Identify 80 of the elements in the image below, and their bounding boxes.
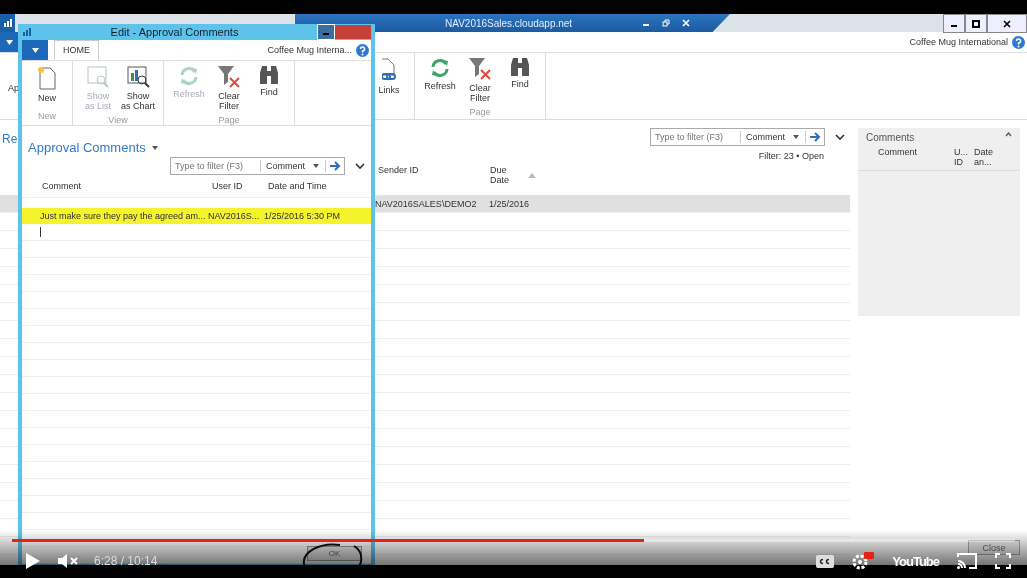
muted-speaker-icon[interactable]: [58, 553, 80, 569]
ribbon-button[interactable]: Clear Filter: [461, 53, 499, 107]
column-header[interactable]: Sender ID: [378, 165, 490, 175]
filter-field[interactable]: Type to filter (F3) Comment: [650, 128, 825, 146]
table-cell-text: Just make sure they pay the agreed am...: [40, 211, 207, 221]
close-icon[interactable]: [682, 19, 690, 27]
caret-icon: [31, 47, 39, 53]
close-icon: [1003, 19, 1011, 28]
new-document-icon: [36, 65, 58, 91]
caret-icon[interactable]: [151, 145, 158, 150]
binoculars-icon: [258, 65, 280, 85]
maximize-icon: [972, 19, 980, 28]
table-cell-text: NAV2016SALES\DEMO2: [375, 198, 478, 209]
ribbon-group-label: Page: [469, 107, 491, 117]
ribbon-tab[interactable]: HOME: [54, 40, 99, 60]
filter-column-dropdown[interactable]: Comment: [744, 132, 802, 142]
play-icon[interactable]: [26, 553, 40, 569]
table-cell-text: 1/25/2016 5:30 PM: [264, 211, 342, 221]
arrow-right-icon[interactable]: [809, 132, 821, 142]
column-header[interactable]: User ID: [212, 181, 268, 191]
ribbon-button[interactable]: New: [28, 61, 66, 111]
company-name: Coffee Mug Interna...: [267, 45, 352, 55]
menu-dropdown-button[interactable]: [22, 40, 48, 60]
ribbon-button[interactable]: Find: [501, 53, 539, 107]
maximize-button[interactable]: [965, 14, 987, 33]
column-header[interactable]: Date an...: [974, 147, 998, 167]
column-header[interactable]: U... ID: [954, 147, 968, 167]
ribbon-button[interactable]: Links: [370, 53, 408, 105]
app-icon: [22, 27, 32, 37]
minimize-button[interactable]: [943, 14, 965, 33]
factbox-title: Comments: [866, 132, 915, 143]
collapse-icon[interactable]: [1005, 132, 1012, 137]
dialog-title: Edit - Approval Comments: [109, 26, 240, 38]
chevron-down-icon[interactable]: [355, 162, 365, 170]
list-view-icon: [86, 65, 110, 89]
chart-view-icon: [126, 65, 150, 89]
youtube-logo[interactable]: YouTube: [892, 553, 939, 569]
company-name: Coffee Mug International: [909, 37, 1008, 47]
ribbon-group-label: View: [108, 115, 128, 125]
filter-status: Filter: 23 • Open: [758, 151, 824, 163]
ok-button[interactable]: OK: [307, 546, 362, 561]
ribbon-button[interactable]: Show as Chart: [119, 61, 157, 115]
column-header[interactable]: Due Date: [490, 165, 514, 185]
column-header[interactable]: Comment: [42, 181, 212, 191]
table-row[interactable]: Just make sure they pay the agreed am... NAV2016S... 1/25/2016 5:30 PM: [22, 208, 371, 224]
column-header[interactable]: Date and Time: [268, 181, 368, 191]
link-document-icon: [382, 57, 396, 83]
sort-ascending-icon: [528, 173, 536, 178]
chevron-down-icon[interactable]: [835, 133, 845, 141]
help-icon[interactable]: [1012, 35, 1025, 49]
restore-icon[interactable]: [662, 19, 670, 27]
cast-icon[interactable]: [957, 553, 977, 569]
close-button[interactable]: [987, 14, 1027, 33]
window-title: NAV2016Sales.cloudapp.net: [445, 17, 574, 29]
arrow-right-icon[interactable]: [329, 161, 341, 171]
app-icon: [2, 18, 13, 28]
ribbon-group-label: Page: [218, 115, 240, 125]
ribbon-button[interactable]: Find: [250, 61, 288, 115]
clear-filter-icon: [468, 57, 492, 81]
binoculars-icon: [509, 57, 531, 77]
menu-dropdown-button[interactable]: [0, 32, 18, 52]
table-cell-text: NAV2016S...: [208, 211, 261, 221]
refresh-icon: [429, 57, 451, 79]
list-title: Approval Comments: [28, 140, 146, 155]
ribbon-group-label: New: [38, 111, 56, 123]
help-icon[interactable]: [356, 43, 369, 57]
filter-field[interactable]: Type to filter (F3) Comment: [170, 157, 345, 175]
close-button[interactable]: Close: [968, 540, 1020, 555]
caret-icon: [5, 39, 13, 45]
ribbon-button[interactable]: Clear Filter: [210, 61, 248, 115]
progress-bar[interactable]: [12, 539, 1015, 542]
settings-icon[interactable]: [852, 552, 875, 570]
refresh-icon: [178, 65, 200, 87]
table-cell: 1/25/2016: [489, 198, 530, 209]
page-title: Re: [2, 132, 18, 146]
clear-filter-icon: [217, 65, 241, 89]
filter-column-dropdown[interactable]: Comment: [264, 161, 322, 171]
fullscreen-icon[interactable]: [995, 553, 1011, 569]
ribbon-button[interactable]: Refresh: [421, 53, 459, 107]
column-header[interactable]: Comment: [878, 147, 948, 167]
